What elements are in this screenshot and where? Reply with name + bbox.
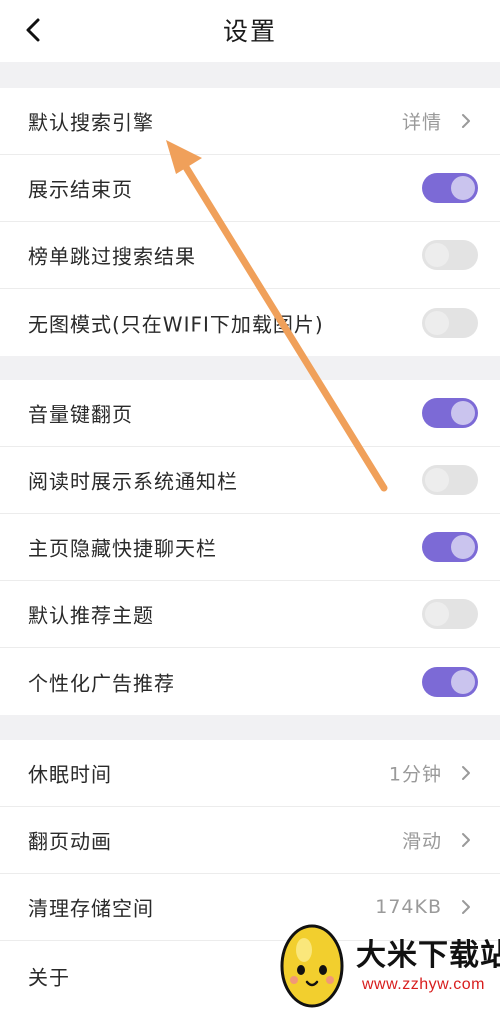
row-ranking-skip-search: 榜单跳过搜索结果 [0, 222, 500, 289]
toggle-switch[interactable] [422, 532, 478, 562]
header-bar: 设置 [0, 0, 500, 62]
chevron-right-icon [462, 114, 470, 128]
row-default-search-engine[interactable]: 默认搜索引擎 详情 [0, 88, 500, 155]
row-show-notification-bar: 阅读时展示系统通知栏 [0, 447, 500, 514]
toggle-knob [425, 310, 449, 335]
toggle-switch[interactable] [422, 398, 478, 428]
row-hide-chat-bar: 主页隐藏快捷聊天栏 [0, 514, 500, 581]
toggle-switch[interactable] [422, 465, 478, 495]
toggle-knob [451, 176, 475, 200]
chevron-right-icon [462, 833, 470, 847]
row-label: 清理存储空间 [28, 896, 154, 921]
row-sleep-time[interactable]: 休眠时间 1分钟 [0, 740, 500, 807]
toggle-knob [425, 602, 449, 626]
row-page-animation[interactable]: 翻页动画 滑动 [0, 807, 500, 874]
toggle-switch[interactable] [422, 173, 478, 203]
page-title: 设置 [222, 17, 277, 46]
row-label: 休眠时间 [28, 762, 112, 787]
row-label: 展示结束页 [28, 177, 133, 202]
row-value: 详情 [401, 111, 442, 134]
watermark-title: 大米下载站 [356, 938, 500, 973]
toggle-knob [451, 535, 475, 559]
toggle-knob [425, 243, 449, 267]
row-label: 榜单跳过搜索结果 [28, 244, 196, 269]
row-value: 1分钟 [388, 763, 442, 786]
row-label: 阅读时展示系统通知栏 [28, 469, 238, 494]
row-label: 翻页动画 [28, 829, 112, 854]
settings-group-search: 默认搜索引擎 详情 展示结束页 榜单跳过搜索结果 无图模式(只在WIFI下加载图… [0, 88, 500, 356]
settings-page: 设置 默认搜索引擎 详情 展示结束页 榜单跳过搜索结果 无图模式(只在WIFI下… [0, 0, 500, 1010]
row-label: 个性化广告推荐 [28, 671, 175, 695]
watermark-url: www.zzhyw.com [362, 976, 485, 993]
toggle-switch[interactable] [422, 307, 478, 338]
row-default-theme: 默认推荐主题 [0, 581, 500, 648]
chevron-right-icon [462, 766, 470, 780]
settings-group-reading: 音量键翻页 阅读时展示系统通知栏 主页隐藏快捷聊天栏 默认推荐主题 个性化广告推… [0, 380, 500, 715]
row-no-image-mode: 无图模式(只在WIFI下加载图片) [0, 289, 500, 356]
row-label: 默认搜索引擎 [28, 110, 154, 135]
row-show-end-page: 展示结束页 [0, 155, 500, 222]
row-label: 关于 [28, 965, 70, 990]
watermark-logo: 大米下载站 www.zzhyw.com [272, 918, 500, 1010]
rice-mascot-icon [280, 924, 344, 1008]
toggle-switch[interactable] [422, 599, 478, 629]
chevron-right-icon [462, 900, 470, 914]
row-label: 音量键翻页 [28, 402, 133, 427]
toggle-knob [451, 401, 475, 425]
row-value: 滑动 [401, 830, 442, 853]
row-volume-key-page: 音量键翻页 [0, 380, 500, 447]
row-value: 174KB [375, 896, 442, 918]
row-label: 无图模式(只在WIFI下加载图片) [28, 312, 324, 336]
row-label: 主页隐藏快捷聊天栏 [28, 536, 217, 561]
toggle-switch[interactable] [422, 666, 478, 697]
toggle-knob [425, 468, 449, 492]
row-label: 默认推荐主题 [28, 603, 154, 628]
row-personalized-ads: 个性化广告推荐 [0, 648, 500, 715]
toggle-knob [451, 669, 475, 694]
toggle-switch[interactable] [422, 240, 478, 270]
